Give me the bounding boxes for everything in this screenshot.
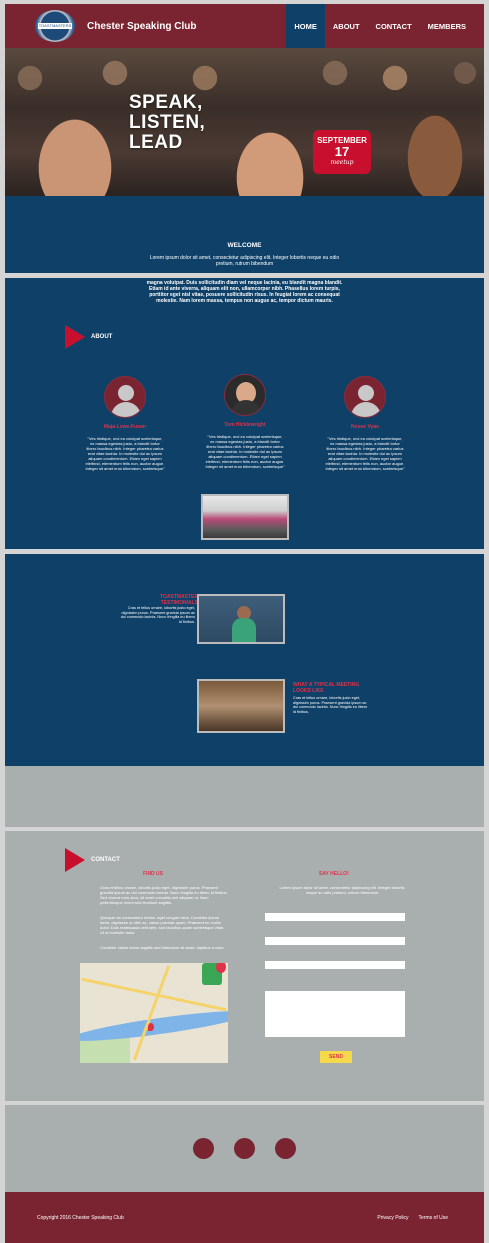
about-section: magna volutpat. Duis sollicitudin diam v… bbox=[5, 278, 484, 549]
member-bio: "Ves tristique, orci eu volutpat sceleri… bbox=[85, 436, 165, 471]
hero-line-listen: LISTEN, bbox=[129, 112, 206, 133]
find-us-title: FIND US bbox=[143, 871, 163, 877]
about-intro: magna volutpat. Duis sollicitudin diam v… bbox=[146, 280, 343, 304]
member-name[interactable]: Tom Hicklewright bbox=[205, 422, 285, 428]
name-field[interactable] bbox=[265, 913, 405, 921]
nav-home[interactable]: HOME bbox=[286, 4, 325, 48]
email-field[interactable] bbox=[265, 937, 405, 945]
member-card: Maja Lowe-Fuson "Ves tristique, orci eu … bbox=[85, 376, 165, 471]
nav-about[interactable]: ABOUT bbox=[325, 4, 368, 48]
google-maps-icon[interactable] bbox=[202, 963, 226, 985]
social-links bbox=[5, 1105, 484, 1192]
member-bio: "Ves tristique, orci eu volutpat sceleri… bbox=[325, 436, 405, 471]
testimonials-section: TOASTMASTER TESTIMONIALS Cras et tellus … bbox=[5, 554, 484, 766]
avatar[interactable] bbox=[224, 374, 266, 416]
message-field[interactable] bbox=[265, 991, 405, 1037]
meetup-date-badge[interactable]: SEPTEMBER 17 meetup bbox=[313, 130, 371, 174]
about-heading-label: ABOUT bbox=[91, 334, 113, 340]
meeting-text: Cras et tellus ornare, lobortis justo eg… bbox=[293, 696, 368, 714]
hero-banner: SPEAK, LISTEN, LEAD bbox=[5, 48, 484, 196]
hero-tagline: SPEAK, LISTEN, LEAD bbox=[129, 93, 205, 153]
meeting-video[interactable] bbox=[197, 679, 285, 733]
spacer-band bbox=[5, 766, 484, 827]
toastmasters-logo[interactable]: TOASTMASTERS bbox=[35, 10, 75, 42]
member-name[interactable]: Maja Lowe-Fuson bbox=[85, 424, 165, 430]
say-hello-text: Lorem ipsum dolor sit amet, consectetur … bbox=[279, 885, 405, 895]
member-card: Tom Hicklewright "Ves tristique, orci eu… bbox=[205, 374, 285, 469]
say-hello-title: SAY HELLO! bbox=[319, 871, 349, 877]
hero-photo bbox=[5, 48, 484, 196]
social-icon[interactable] bbox=[234, 1138, 255, 1159]
welcome-title: WELCOME bbox=[227, 242, 262, 249]
nav-members[interactable]: MEMBERS bbox=[420, 4, 474, 48]
testimonials-title: TOASTMASTER TESTIMONIALS bbox=[160, 594, 198, 606]
privacy-link[interactable]: Privacy Policy bbox=[377, 1215, 408, 1221]
subject-field[interactable] bbox=[265, 961, 405, 969]
logo-text: TOASTMASTERS bbox=[38, 23, 72, 29]
badge-day: 17 bbox=[334, 144, 350, 159]
find-us-text-3: Curabitur varius lorem sagittis sed bibe… bbox=[100, 945, 225, 950]
avatar[interactable] bbox=[104, 376, 146, 418]
find-us-text-1: Cras et tellus ornare, lobortis justo eg… bbox=[100, 885, 228, 905]
contact-heading-label: CONTACT bbox=[91, 857, 120, 863]
member-name[interactable]: Nosee Vyas bbox=[325, 424, 405, 430]
site-footer: Copyright 2016 Chester Speaking Club Pri… bbox=[5, 1192, 484, 1243]
member-bio: "Ves tristique, orci eu volutpat sceleri… bbox=[205, 434, 285, 469]
avatar[interactable] bbox=[344, 376, 386, 418]
terms-link[interactable]: Terms of Use bbox=[419, 1215, 448, 1221]
send-button[interactable]: SEND bbox=[320, 1051, 352, 1063]
social-icon[interactable] bbox=[275, 1138, 296, 1159]
welcome-text: Lorem ipsum dolor sit amet, consectetur … bbox=[149, 255, 340, 267]
site-header: TOASTMASTERS Chester Speaking Club HOME … bbox=[5, 4, 484, 48]
member-card: Nosee Vyas "Ves tristique, orci eu volut… bbox=[325, 376, 405, 471]
testimonial-video[interactable] bbox=[197, 594, 285, 644]
social-icon[interactable] bbox=[193, 1138, 214, 1159]
footer-links: Privacy Policy Terms of Use bbox=[377, 1215, 448, 1221]
hero-line-lead: LEAD bbox=[129, 132, 183, 153]
location-map[interactable] bbox=[80, 963, 228, 1063]
contact-heading: CONTACT bbox=[65, 848, 120, 872]
triangle-icon bbox=[65, 848, 85, 872]
meeting-title: WHAT A TYPICAL MEETING LOOKS LIKE bbox=[293, 682, 360, 694]
about-heading: ABOUT bbox=[65, 325, 112, 349]
testimonials-text: Cras et tellus ornare, lobortis justo eg… bbox=[120, 606, 195, 624]
find-us-text-2: Quisque vel consectetur metus, eget cong… bbox=[100, 915, 225, 935]
site-title[interactable]: Chester Speaking Club bbox=[87, 21, 196, 32]
welcome-section: WELCOME Lorem ipsum dolor sit amet, cons… bbox=[5, 196, 484, 273]
copyright: Copyright 2016 Chester Speaking Club bbox=[37, 1214, 124, 1221]
triangle-icon bbox=[65, 325, 85, 349]
nav-contact[interactable]: CONTACT bbox=[368, 4, 420, 48]
group-photo[interactable] bbox=[201, 494, 289, 540]
hero-line-speak: SPEAK, bbox=[129, 92, 203, 113]
main-nav: HOME ABOUT CONTACT MEMBERS bbox=[286, 4, 474, 48]
contact-section: CONTACT FIND US Cras et tellus ornare, l… bbox=[5, 831, 484, 1101]
badge-sub: meetup bbox=[330, 159, 354, 166]
map-pin-icon[interactable] bbox=[148, 1023, 154, 1031]
